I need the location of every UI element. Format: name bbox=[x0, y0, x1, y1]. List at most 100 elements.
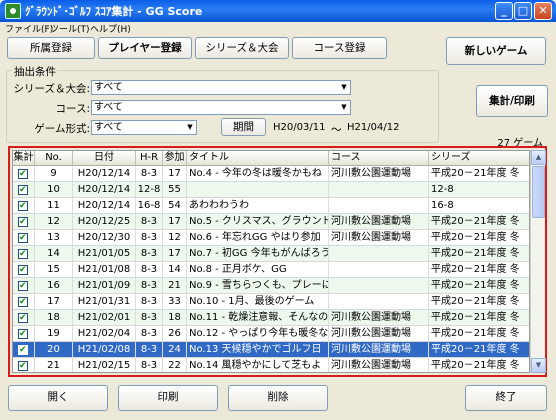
cell-no: 15 bbox=[35, 262, 73, 278]
tally-checkbox[interactable] bbox=[13, 230, 35, 246]
cell-hr: 8-3 bbox=[136, 166, 163, 182]
table-row[interactable]: 11H20/12/1416-854あわわわうわ16-8 bbox=[13, 198, 529, 214]
tally-checkbox[interactable] bbox=[13, 214, 35, 230]
table-row[interactable]: 16H21/01/098-321No.9 - 雪ちらつくも、プレーに熱 平成20－… bbox=[13, 278, 529, 294]
checkbox-icon[interactable] bbox=[18, 167, 28, 182]
table-row[interactable]: 18H21/02/018-318No.11 - 乾燥注意報、そんなの河川敷公園運… bbox=[13, 310, 529, 326]
tally-checkbox[interactable] bbox=[13, 358, 35, 372]
cell-no: 18 bbox=[35, 310, 73, 326]
col-header-title[interactable]: タイトル bbox=[187, 151, 329, 166]
checkbox-icon[interactable] bbox=[18, 343, 28, 358]
checkbox-icon[interactable] bbox=[18, 215, 28, 230]
table-row[interactable]: 15H21/01/088-314No.8 - 正月ボケ、GG 平成20－21年度 … bbox=[13, 262, 529, 278]
checkbox-icon[interactable] bbox=[18, 231, 28, 246]
cell-count: 24 bbox=[163, 342, 187, 358]
scroll-up-icon[interactable]: ▲ bbox=[531, 150, 546, 165]
menu-file[interactable]: ファイル(F) bbox=[5, 22, 53, 35]
player-register-button[interactable]: プレイヤー登録 bbox=[98, 37, 192, 59]
cell-series: 平成20－21年度 冬 bbox=[429, 214, 529, 230]
tally-checkbox[interactable] bbox=[13, 262, 35, 278]
tally-checkbox[interactable] bbox=[13, 166, 35, 182]
tally-checkbox[interactable] bbox=[13, 294, 35, 310]
checkbox-icon[interactable] bbox=[18, 311, 28, 326]
tally-checkbox[interactable] bbox=[13, 246, 35, 262]
table-row[interactable]: 13H20/12/308-312No.6 - 年忘れGG やはり参加河川敷公園運… bbox=[13, 230, 529, 246]
chevron-down-icon: ▼ bbox=[339, 82, 349, 93]
period-button[interactable]: 期間 bbox=[221, 118, 266, 136]
series-register-button[interactable]: シリーズ＆大会 bbox=[195, 37, 289, 59]
col-header-series[interactable]: シリーズ bbox=[429, 151, 529, 166]
table-row[interactable]: 19H21/02/048-326No.12 - やっぱり今年も暖冬なの河川敷公園… bbox=[13, 326, 529, 342]
checkbox-icon[interactable] bbox=[18, 183, 28, 198]
scroll-thumb[interactable] bbox=[532, 166, 545, 218]
menu-help[interactable]: ヘルプ(H) bbox=[90, 22, 131, 35]
col-header-count[interactable]: 参加 bbox=[163, 151, 187, 166]
tally-checkbox[interactable] bbox=[13, 310, 35, 326]
col-header-tally[interactable]: 集計 bbox=[13, 151, 35, 166]
checkbox-icon[interactable] bbox=[18, 263, 28, 278]
cell-course bbox=[329, 278, 429, 294]
series-select[interactable]: すべて ▼ bbox=[91, 80, 351, 95]
checkbox-icon[interactable] bbox=[18, 247, 28, 262]
maximize-button[interactable]: □ bbox=[514, 2, 532, 20]
tally-checkbox[interactable] bbox=[13, 326, 35, 342]
cell-hr: 16-8 bbox=[136, 198, 163, 214]
cell-course bbox=[329, 246, 429, 262]
course-register-button[interactable]: コース登録 bbox=[292, 37, 387, 59]
checkbox-icon[interactable] bbox=[18, 359, 28, 372]
col-header-hr[interactable]: H-R bbox=[136, 151, 163, 166]
tally-checkbox[interactable] bbox=[13, 342, 35, 358]
summary-print-button[interactable]: 集計/印刷 bbox=[476, 85, 548, 117]
games-table[interactable]: 集計 No. 日付 H-R 参加 タイトル コース シリーズ 9H20/12/1… bbox=[12, 150, 530, 373]
chevron-down-icon: ▼ bbox=[339, 102, 349, 113]
cell-no: 21 bbox=[35, 358, 73, 372]
cell-series: 平成20－21年度 冬 bbox=[429, 278, 529, 294]
table-row[interactable]: 17H21/01/318-333No.10 - 1月、最後のゲーム 平成20－21… bbox=[13, 294, 529, 310]
format-select[interactable]: すべて ▼ bbox=[91, 120, 197, 135]
checkbox-icon[interactable] bbox=[18, 199, 28, 214]
series-label: シリーズ＆大会: bbox=[13, 83, 90, 95]
print-button[interactable]: 印刷 bbox=[118, 385, 218, 411]
checkbox-icon[interactable] bbox=[18, 279, 28, 294]
cell-series: 平成20－21年度 冬 bbox=[429, 262, 529, 278]
tally-checkbox[interactable] bbox=[13, 278, 35, 294]
col-header-date[interactable]: 日付 bbox=[73, 151, 136, 166]
checkbox-icon[interactable] bbox=[18, 295, 28, 310]
scroll-down-icon[interactable]: ▼ bbox=[531, 358, 546, 373]
tally-checkbox[interactable] bbox=[13, 182, 35, 198]
table-row[interactable]: 21H21/02/158-322No.14 風穏やかにして芝もよ河川敷公園運動場… bbox=[13, 358, 529, 372]
cell-series: 16-8 bbox=[429, 198, 529, 214]
exit-button[interactable]: 終了 bbox=[465, 385, 547, 411]
cell-date: H20/12/14 bbox=[73, 166, 136, 182]
course-select[interactable]: すべて ▼ bbox=[91, 100, 351, 115]
table-row[interactable]: 12H20/12/258-317No.5 - クリスマス、グラウンド･ゴ河川敷公… bbox=[13, 214, 529, 230]
table-scrollbar[interactable]: ▲ ▼ bbox=[530, 150, 546, 373]
cell-hr: 8-3 bbox=[136, 294, 163, 310]
close-button[interactable]: ✕ bbox=[534, 2, 552, 20]
table-row[interactable]: 20H21/02/088-324No.13 天候穏やかでゴルフ日河川敷公園運動場… bbox=[13, 342, 529, 358]
table-row[interactable]: 14H21/01/058-317No.7 - 初GG 今年もがんばろう 平成20－… bbox=[13, 246, 529, 262]
window-title: ｸﾞﾗｳﾝﾄﾞ･ｺﾞﾙﾌ ｽｺｱ集計 - GG Score bbox=[25, 5, 203, 18]
delete-button[interactable]: 削除 bbox=[228, 385, 328, 411]
cell-title: あわわわうわ bbox=[187, 198, 329, 214]
tournament-register-button[interactable]: 所属登録 bbox=[7, 37, 95, 59]
col-header-course[interactable]: コース bbox=[329, 151, 429, 166]
cell-date: H20/12/30 bbox=[73, 230, 136, 246]
cell-series: 12-8 bbox=[429, 182, 529, 198]
cell-series: 平成20－21年度 冬 bbox=[429, 246, 529, 262]
open-button[interactable]: 開く bbox=[8, 385, 108, 411]
course-label: コース: bbox=[55, 103, 90, 115]
menu-tools[interactable]: ツール(T) bbox=[50, 22, 90, 35]
minimize-button[interactable]: _ bbox=[495, 2, 513, 20]
cell-course: 河川敷公園運動場 bbox=[329, 358, 429, 372]
new-game-button[interactable]: 新しいゲーム bbox=[446, 37, 546, 65]
table-row[interactable]: 9H20/12/148-317No.4 - 今年の冬は暖冬かもね河川敷公園運動場… bbox=[13, 166, 529, 182]
series-select-value: すべて bbox=[94, 82, 123, 93]
cell-count: 54 bbox=[163, 198, 187, 214]
tally-checkbox[interactable] bbox=[13, 198, 35, 214]
cell-series: 平成20－21年度 冬 bbox=[429, 294, 529, 310]
col-header-no[interactable]: No. bbox=[35, 151, 73, 166]
checkbox-icon[interactable] bbox=[18, 327, 28, 342]
games-table-frame: 集計 No. 日付 H-R 参加 タイトル コース シリーズ 9H20/12/1… bbox=[8, 146, 547, 377]
table-row[interactable]: 10H20/12/1412-85512-8 bbox=[13, 182, 529, 198]
